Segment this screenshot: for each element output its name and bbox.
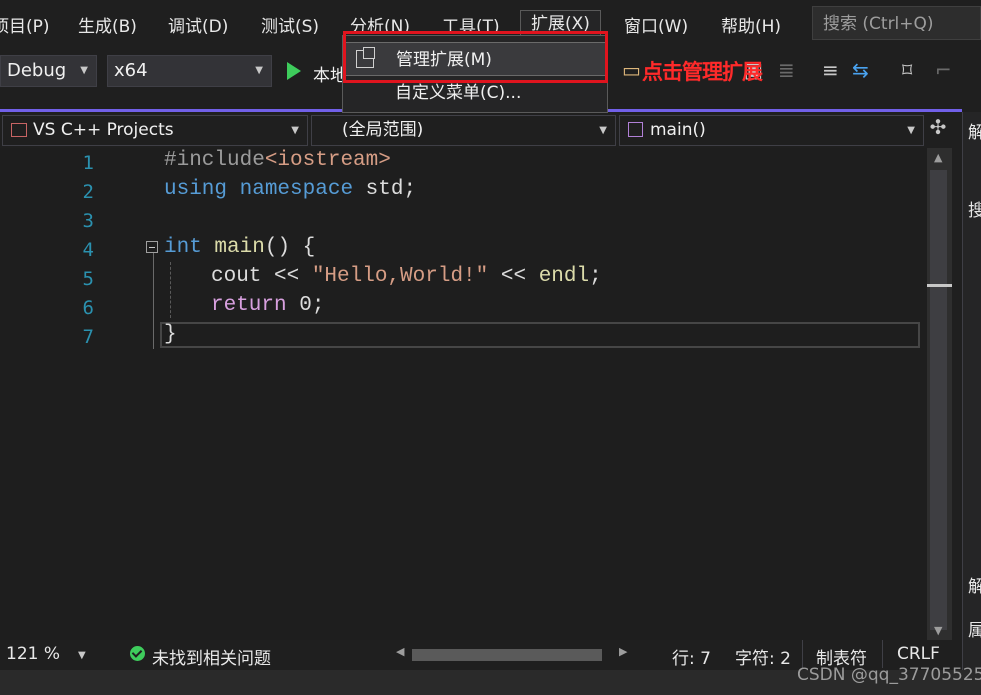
- issues-status[interactable]: 未找到相关问题: [152, 644, 271, 669]
- annotation-text: 点击管理扩展: [642, 60, 763, 84]
- menu-debug[interactable]: 调试(D): [168, 12, 228, 37]
- divider: [882, 640, 883, 668]
- line-number: 3: [82, 210, 94, 232]
- scroll-up-icon[interactable]: ▲: [934, 151, 942, 164]
- semicolon: ;: [589, 265, 602, 288]
- scrollbar-thumb[interactable]: [412, 649, 602, 661]
- scroll-down-icon[interactable]: ▼: [934, 624, 942, 637]
- scrollbar-thumb[interactable]: [930, 170, 947, 630]
- code-line-2: using namespace std;: [164, 178, 416, 201]
- outline-line: [153, 253, 154, 349]
- indent-guide: [170, 262, 171, 318]
- string-literal: "Hello,World!": [311, 265, 489, 288]
- line-number: 5: [82, 268, 94, 290]
- keyword-using: using: [164, 178, 228, 201]
- caret-position-marker: [927, 284, 952, 287]
- code-line-4: int main() {: [164, 236, 315, 259]
- project-icon: [11, 123, 27, 137]
- code-line-1: #include<iostream>: [164, 149, 391, 172]
- include-header: <iostream>: [264, 149, 391, 172]
- bookmark-icon[interactable]: ⌑: [902, 58, 912, 82]
- highlight-box: [343, 31, 608, 83]
- zoom-level[interactable]: 121 %: [6, 644, 60, 664]
- line-number: 7: [82, 326, 94, 348]
- member-name: main(): [650, 120, 706, 140]
- stream-operator: <<: [488, 265, 539, 288]
- line-number: 6: [82, 297, 94, 319]
- menu-help[interactable]: 帮助(H): [721, 12, 781, 37]
- char-indicator: 字符: 2: [735, 649, 791, 669]
- chevron-down-icon: ▼: [291, 125, 299, 136]
- panel-tab-properties[interactable]: 属: [968, 616, 981, 641]
- function-params: () {: [264, 236, 316, 259]
- menu-window[interactable]: 窗口(W): [624, 12, 688, 37]
- line-number: 4: [82, 239, 94, 261]
- editor-margin: [0, 148, 34, 640]
- member-select[interactable]: main() ▼: [619, 115, 924, 146]
- closing-brace: }: [164, 323, 177, 346]
- line-ending[interactable]: CRLF: [897, 644, 940, 664]
- comment-icon[interactable]: ≡: [822, 58, 839, 82]
- collapse-icon[interactable]: [146, 241, 158, 253]
- platform-select[interactable]: x64 ▼: [107, 55, 272, 87]
- watermark: CSDN @qq_37705525: [797, 665, 981, 685]
- return-value: 0;: [286, 294, 325, 317]
- platform-value: x64: [114, 60, 148, 81]
- panel-title-solution[interactable]: 解: [968, 118, 981, 143]
- menu-build[interactable]: 生成(B): [78, 12, 137, 37]
- cout-expr: cout <<: [211, 265, 312, 288]
- menu-project[interactable]: 项目(P): [0, 12, 50, 37]
- current-line-highlight: [160, 322, 920, 348]
- keyword-namespace: namespace: [239, 178, 354, 201]
- panel-tab-solution[interactable]: 解: [968, 572, 981, 597]
- function-main: main: [214, 236, 265, 259]
- line-number: 1: [82, 152, 94, 174]
- chevron-down-icon: ▼: [80, 65, 88, 76]
- format-icon[interactable]: ≣: [778, 58, 795, 82]
- line-number: 2: [82, 181, 94, 203]
- prev-bookmark-icon[interactable]: ⌐: [935, 58, 952, 82]
- keyword-int: int: [164, 236, 202, 259]
- project-name: VS C++ Projects: [33, 120, 174, 140]
- chevron-down-icon: ▼: [907, 125, 915, 136]
- scroll-right-icon[interactable]: ▶: [619, 645, 627, 658]
- scope-select[interactable]: (全局范围) ▼: [311, 115, 616, 146]
- check-circle-icon: [130, 646, 145, 661]
- divider: [802, 640, 803, 668]
- menu-test[interactable]: 测试(S): [261, 12, 319, 37]
- code-editor[interactable]: [0, 148, 927, 640]
- config-select[interactable]: Debug ▼: [0, 55, 97, 87]
- panel-search-label[interactable]: 搜: [968, 196, 981, 221]
- split-window-icon[interactable]: ✣: [926, 115, 950, 143]
- vertical-scrollbar[interactable]: ▲ ▼: [927, 148, 952, 640]
- line-indicator: 行: 7: [672, 649, 711, 669]
- play-icon[interactable]: [287, 62, 301, 80]
- search-input[interactable]: 搜索 (Ctrl+Q): [812, 6, 981, 40]
- uncomment-icon[interactable]: ⇆: [852, 58, 869, 82]
- namespace-std: std;: [365, 178, 417, 201]
- code-line-5: cout << "Hello,World!" << endl;: [211, 265, 602, 288]
- chevron-down-icon[interactable]: ▼: [78, 650, 86, 661]
- keyword-return: return: [211, 294, 287, 317]
- horizontal-scrollbar[interactable]: ◀ ▶: [396, 645, 631, 663]
- chevron-down-icon: ▼: [255, 65, 263, 76]
- preprocessor-directive: #include: [164, 149, 265, 172]
- scope-name: (全局范围): [342, 120, 424, 140]
- method-cube-icon: [628, 122, 643, 137]
- config-value: Debug: [7, 60, 67, 81]
- code-line-6: return 0;: [211, 294, 324, 317]
- project-select[interactable]: VS C++ Projects ▼: [2, 115, 308, 146]
- chevron-down-icon: ▼: [599, 125, 607, 136]
- endl-token: endl: [538, 265, 590, 288]
- folder-icon[interactable]: ▭: [622, 58, 641, 82]
- scroll-left-icon[interactable]: ◀: [396, 645, 404, 658]
- code-line-7: }: [164, 323, 177, 346]
